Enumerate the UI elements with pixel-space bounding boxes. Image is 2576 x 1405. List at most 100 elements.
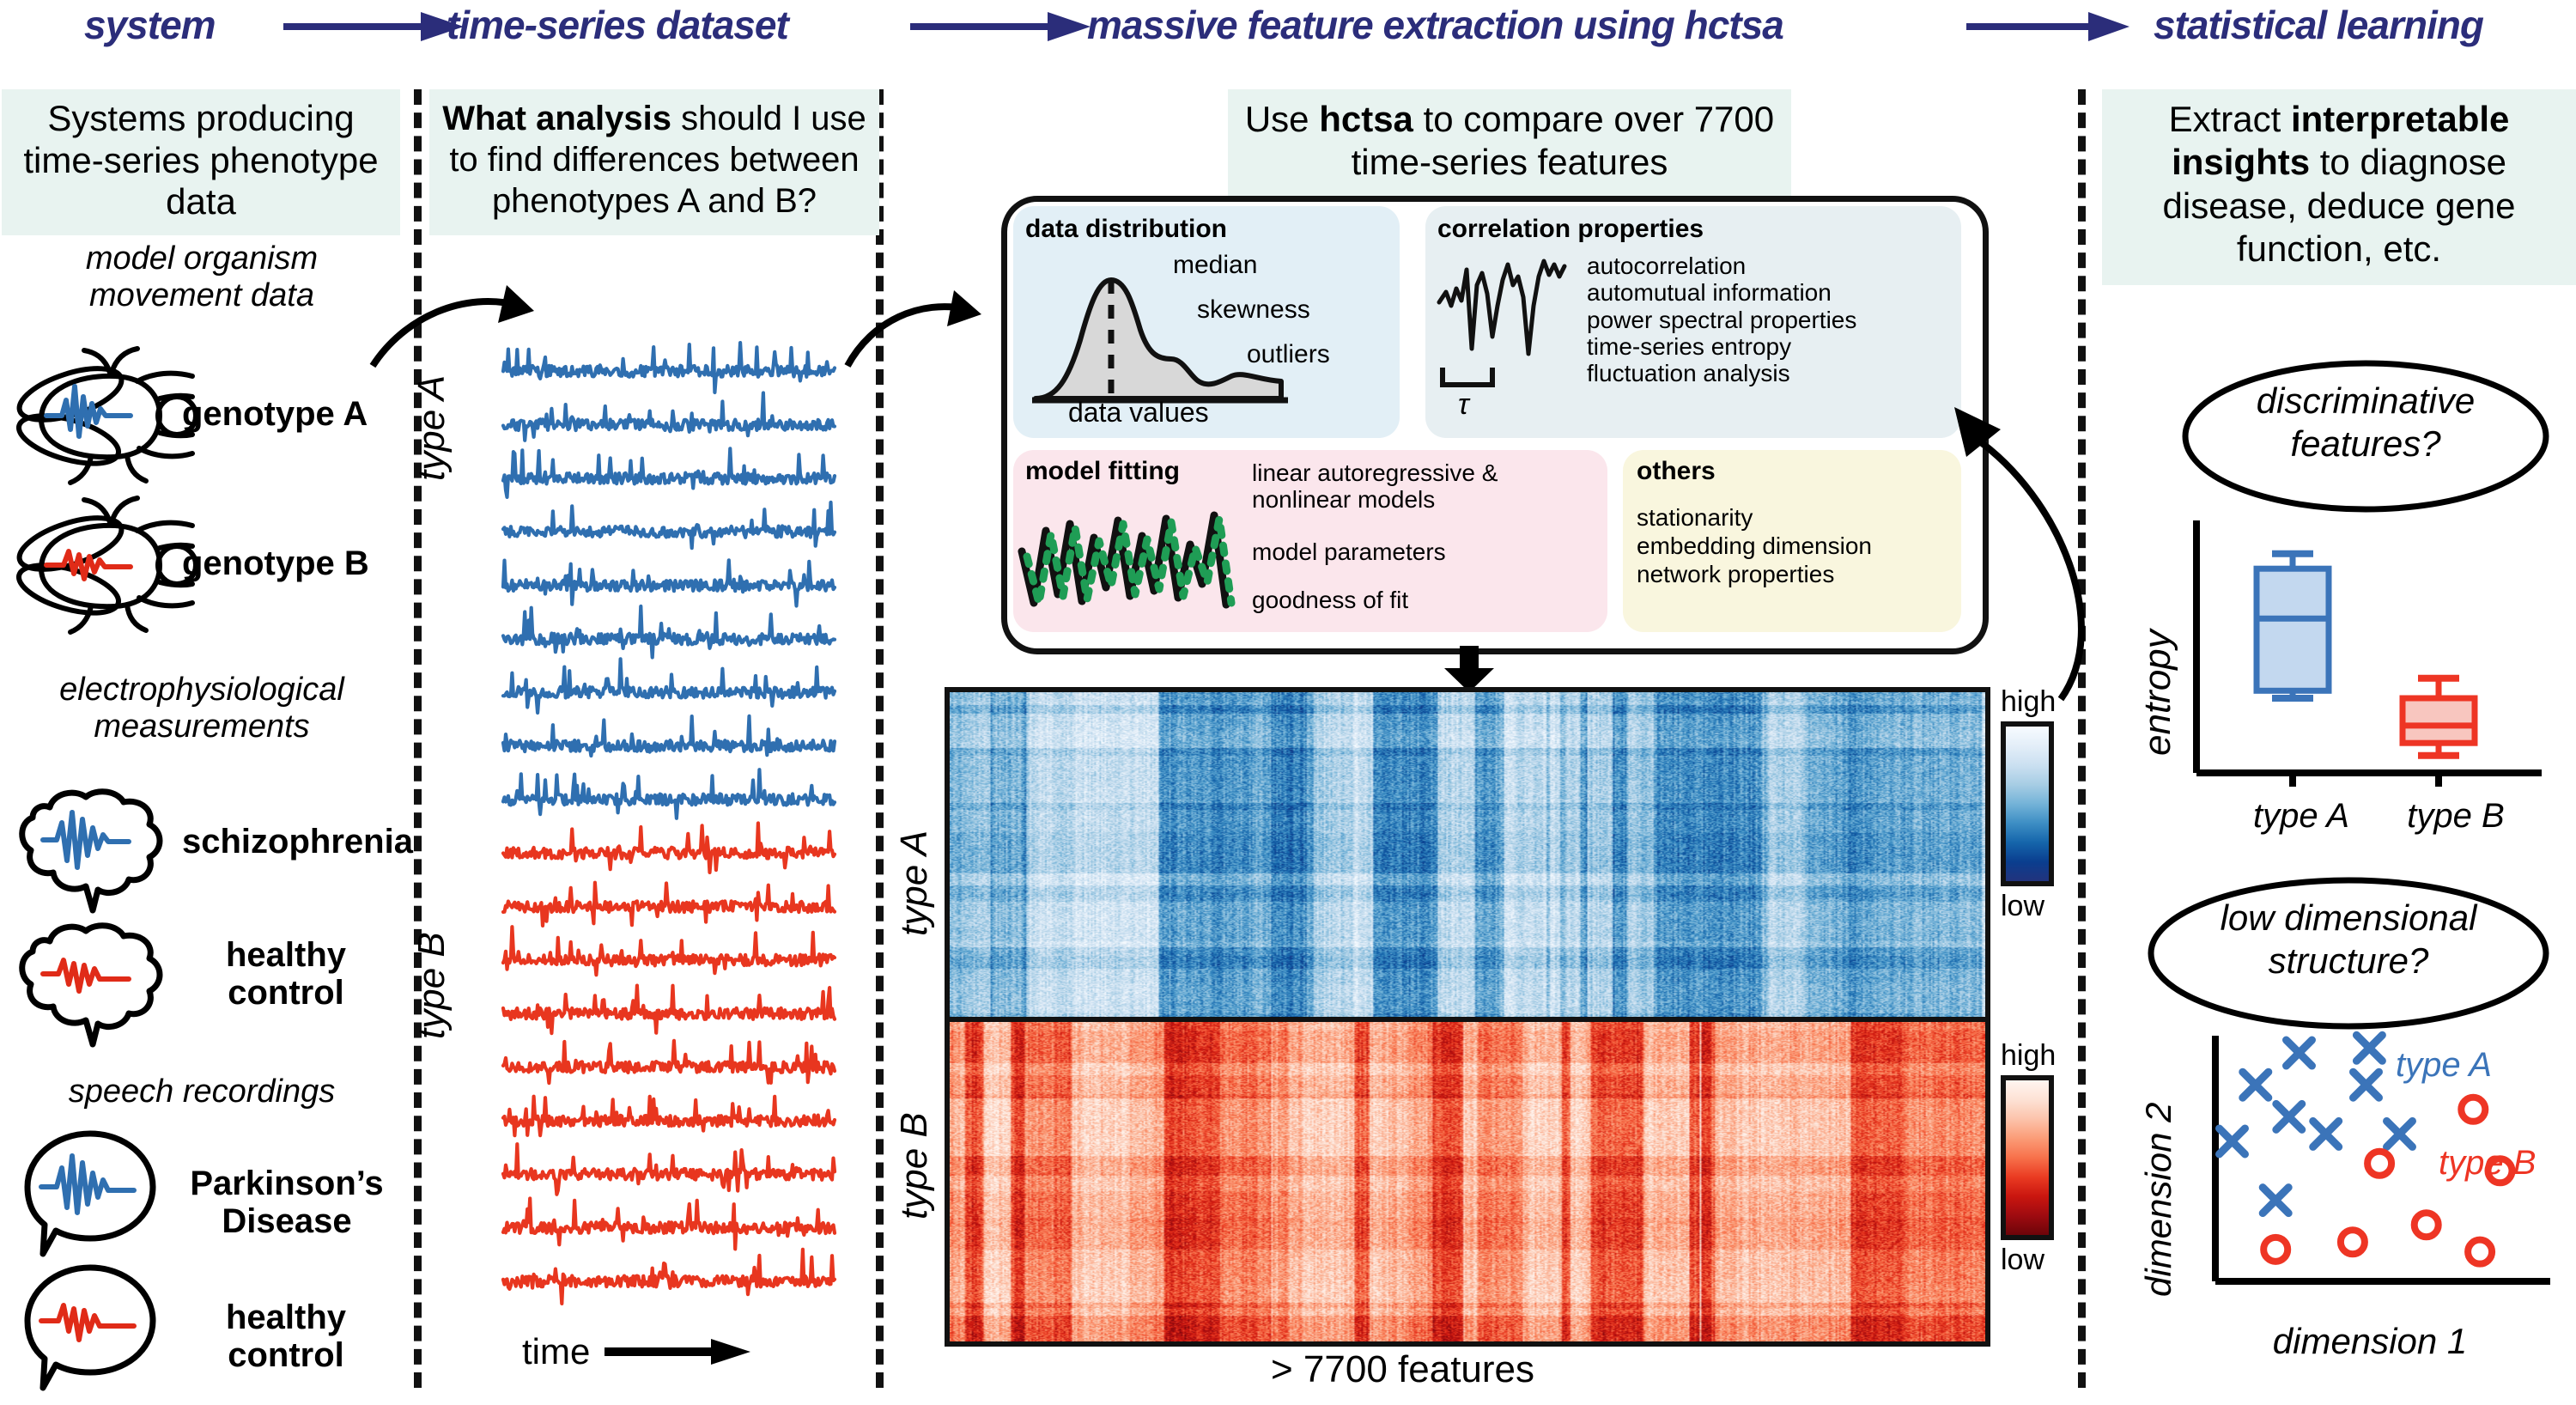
time-series-trace [501,1142,837,1196]
feature-item: model parameters [1252,538,1446,565]
speech-bubble-icon [24,1130,156,1257]
feature-box-title: correlation properties [1437,215,1704,243]
dataset-series-label-b: type B [410,932,453,1039]
time-series-trace [501,1038,837,1086]
system-entry-schizophrenia [12,782,175,914]
feature-item: power spectral properties [1587,306,1857,333]
time-series-trace [501,1247,837,1305]
features-callout-pre: Use [1244,99,1320,139]
time-series-trace [501,447,837,499]
system-entry-healthy-control-speech [17,1261,163,1391]
feature-item: nonlinear models [1252,485,1436,513]
type-b-colorbar: high low [2001,1041,2056,1274]
scatter-marker-o [2464,1236,2496,1268]
feature-item: embedding dimension [1637,532,1872,560]
time-series-trace [501,925,837,977]
feature-item: automutual information [1587,279,1832,307]
brain-icon [19,788,163,914]
boxplot-chart [2164,515,2559,799]
time-series-trace [501,391,837,442]
feature-item: stationarity [1637,504,1753,531]
dataset-callout: What analysis should I use to find diffe… [429,89,879,235]
feature-item: fluctuation analysis [1587,360,1790,387]
feature-item: autocorrelation [1587,252,1747,279]
system-entry-label-healthy-control-speech: healthy control [225,1299,347,1374]
right-arrow-icon [910,12,1091,41]
group-title-speech-text: speech recordings [68,1074,336,1110]
dataset-time-axis-label: time [522,1331,591,1372]
feature-annotation-outliers: outliers [1247,340,1330,368]
boxplot-tick-label-a: type A [2253,797,2349,835]
colorbar-low-label: low [2001,890,2045,922]
system-callout: Systems producing time-series phenotype … [2,89,400,236]
time-series-trace [501,821,837,874]
system-entry-label-schizophrenia: schizophrenia [182,823,413,861]
bubble-text: discriminative features? [2256,380,2476,465]
scatter-legend-type-a: type A [2396,1046,2492,1084]
down-arrow-icon [1444,646,1494,692]
colorbar-high-label: high [2001,1039,2057,1072]
time-series-trace [501,1196,837,1251]
pipeline-step-features: massive feature extraction using hctsa [1087,3,1784,47]
boxplot-box [2253,565,2332,694]
time-series-trace [501,714,837,758]
feature-item: time-series entropy [1587,333,1792,361]
time-series-trace [501,341,837,395]
feature-annotation-skewness: skewness [1197,295,1310,324]
system-entry-parkinsons [17,1127,163,1257]
feature-box-others: others stationarity embedding dimension … [1623,450,1961,632]
right-arrow-icon [283,12,464,41]
dataset-time-axis: time [522,1331,750,1372]
learning-callout-pre: Extract [2168,99,2291,139]
features-callout: Use hctsa to compare over 7700 time-seri… [1228,89,1791,197]
heatmap-row-label-a: type A [893,830,935,936]
scatter-legend-type-b: type B [2439,1144,2537,1182]
right-arrow-icon [604,1339,750,1365]
system-entry-label-parkinsons: Parkinson’s Disease [190,1165,384,1240]
feature-box-item-list: autocorrelation automutual information p… [1587,252,1856,387]
scatter-marker-o [2336,1226,2368,1258]
feature-box-model-fitting: model fitting linear autoregressive & no… [1013,450,1607,632]
feature-box-item-list: linear autoregressive & nonlinear models… [1252,459,1498,614]
bubble-discriminative-features: discriminative features? [2181,359,2550,514]
system-callout-text: Systems producing time-series phenotype … [23,98,379,222]
time-series-traces [501,341,837,1305]
system-entry-healthy-control-ephys [12,915,175,1048]
feature-annotation-tau: τ [1458,388,1469,421]
time-series-trace [501,604,837,660]
feature-item: network properties [1637,561,1835,588]
system-entry-label-genotype-b: genotype B [182,544,369,582]
heatmap-x-axis-label: > 7700 features [1271,1348,1535,1390]
right-arrow-icon [1966,12,2129,41]
feature-box-item-list: stationarity embedding dimension network… [1637,503,1872,588]
system-entry-label-genotype-a: genotype A [182,395,368,433]
time-series-trace [501,500,837,550]
scatter-marker-o [2260,1233,2292,1265]
time-series-trace [501,880,837,928]
group-title-model-organism: model organism movement data [85,240,319,313]
feature-item: linear autoregressive & [1252,459,1498,486]
feature-axis-label-data-values: data values [1068,397,1209,428]
scatter-marker-o [2410,1209,2442,1241]
pipeline-step-system: system [84,3,216,47]
boxplot-box [2399,695,2478,746]
bubble-low-dimensional-structure: low dimensional structure? [2147,876,2550,1031]
dataset-callout-bold: What analysis [442,100,671,137]
curved-arrow-icon [1954,407,2085,702]
scatter-y-axis-label: dimension 2 [2138,1102,2178,1297]
learning-callout: Extract interpretable insights to diagno… [2102,89,2576,285]
feature-item: goodness of fit [1252,587,1409,614]
group-title-electrophysiological: electrophysiological measurements [59,672,344,745]
speech-bubble-icon [24,1264,156,1391]
feature-box-correlation-properties: correlation properties τ autocorrelation… [1425,206,1961,438]
curved-arrow-icon [844,290,981,368]
column-divider-3 [2078,89,2086,1388]
dataset-series-label-a: type A [410,374,453,481]
features-callout-post: to compare over 7700 time-series feature… [1351,99,1775,183]
features-callout-bold: hctsa [1319,99,1413,139]
heatmap-type-b [950,1022,1985,1341]
pipeline-step-dataset: time-series dataset [447,3,789,47]
feature-box-title: others [1637,457,1716,485]
scatter-marker-o [2458,1093,2489,1125]
system-entry-label-healthy-control-ephys: healthy control [225,936,347,1012]
